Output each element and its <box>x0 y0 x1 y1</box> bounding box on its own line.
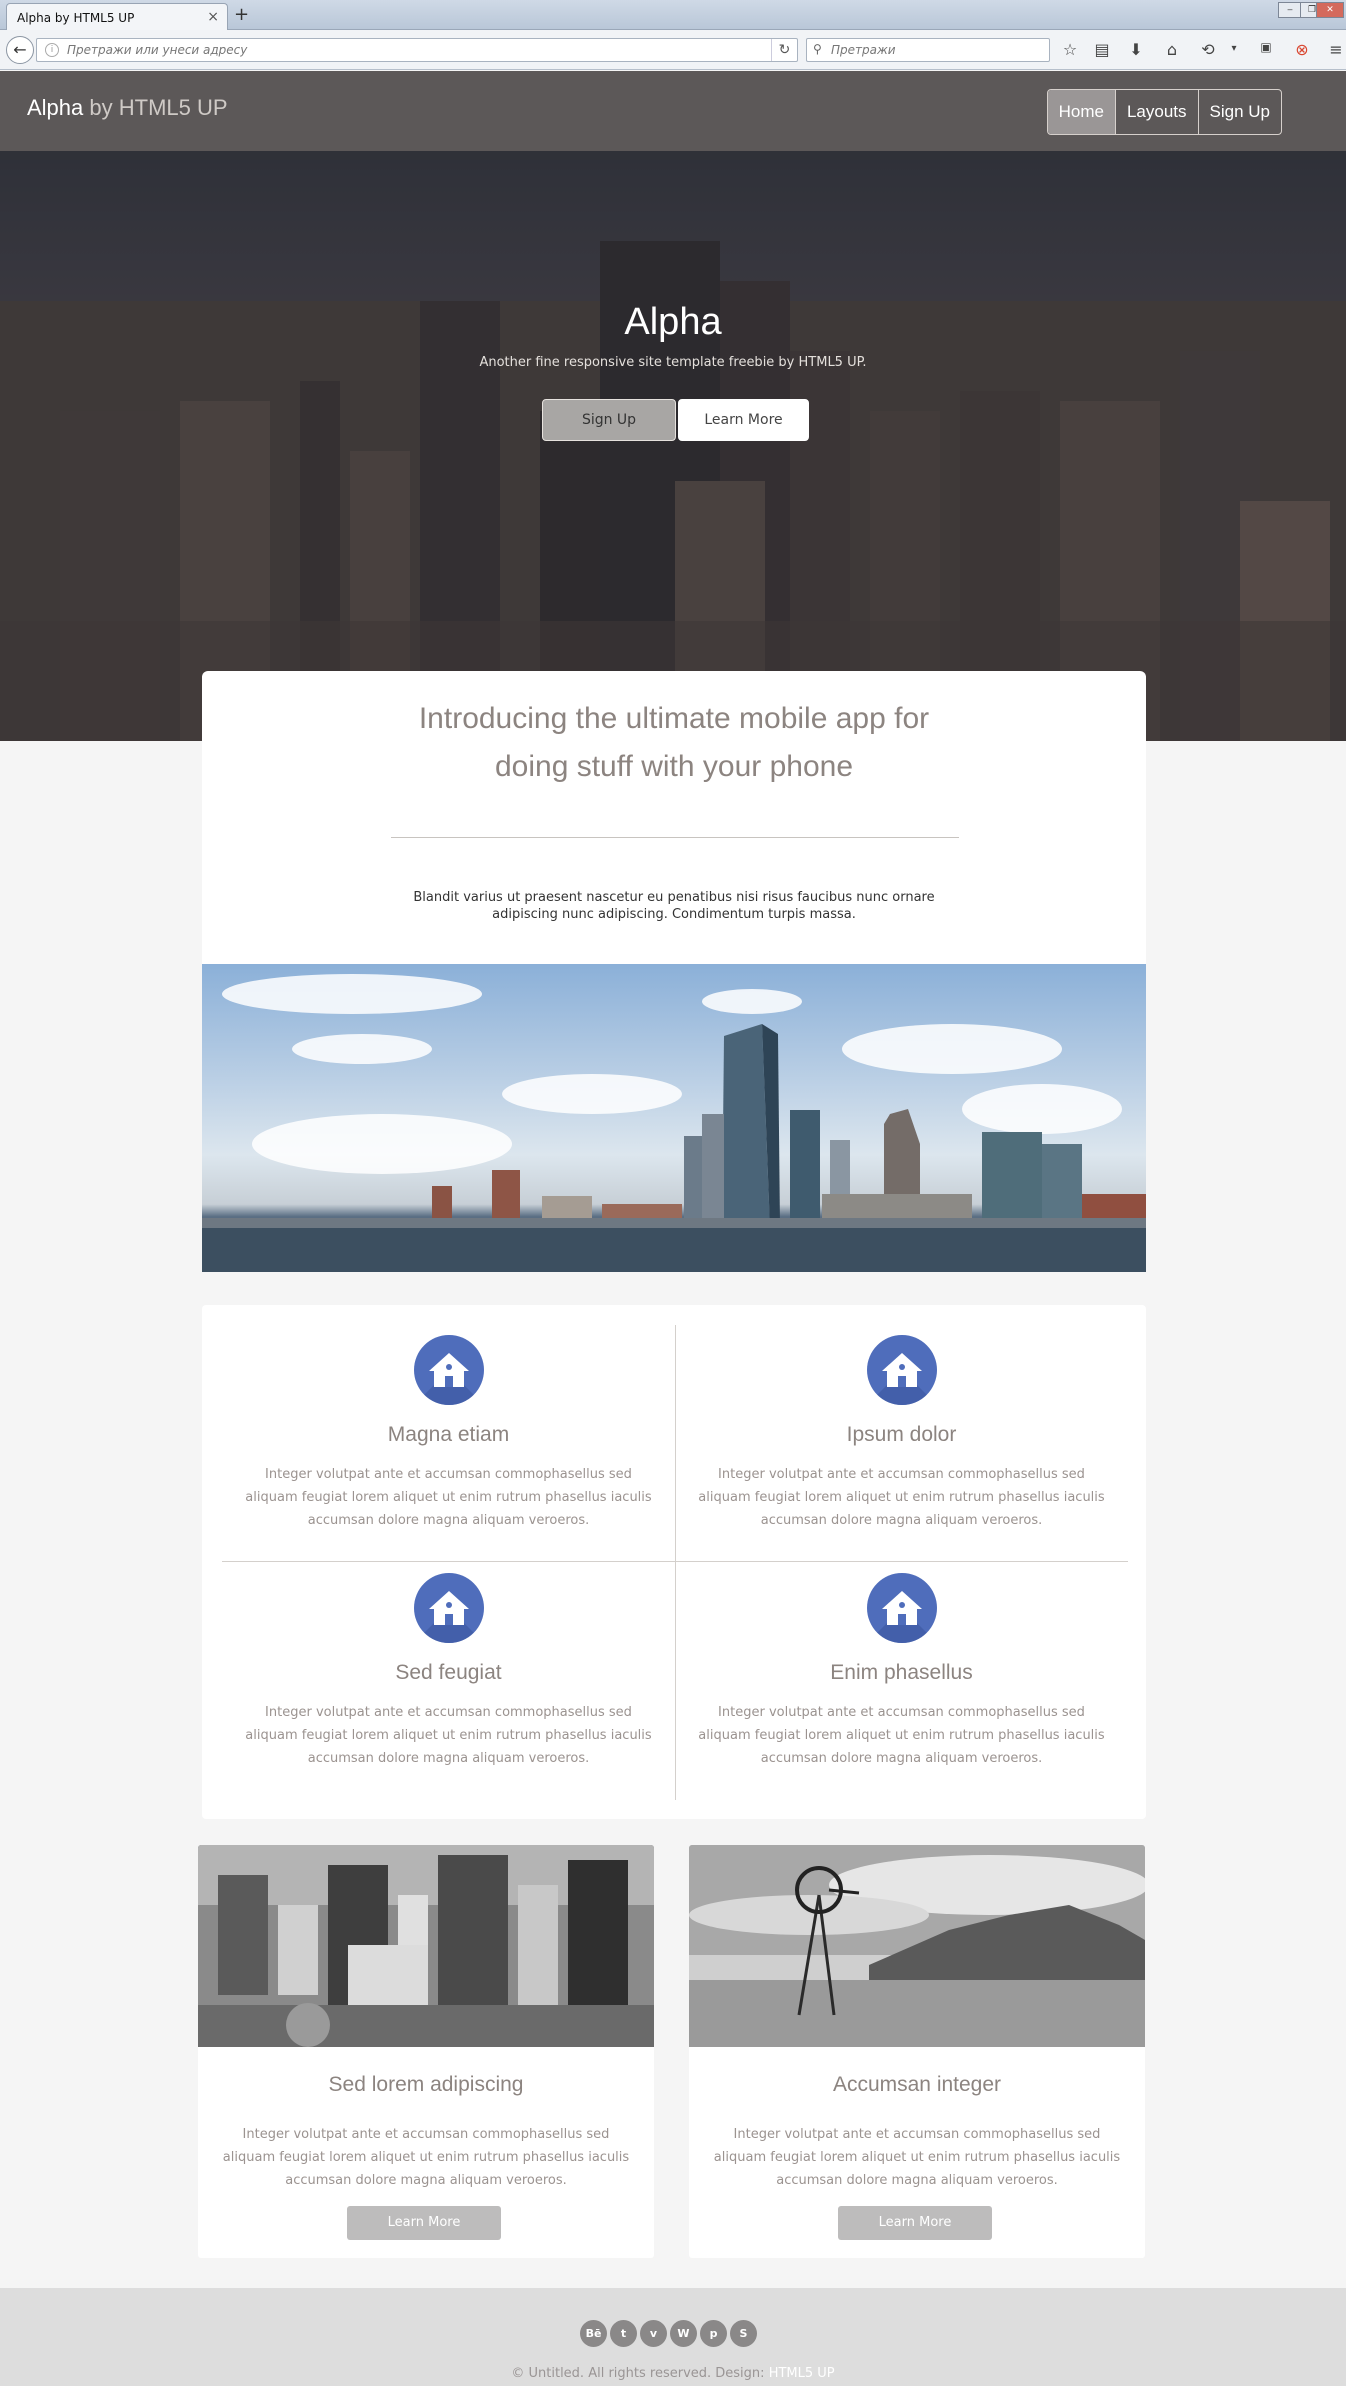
site-header: Alpha by HTML5 UP Home Layouts Sign Up <box>0 71 1346 151</box>
home-icon[interactable]: ⌂ <box>1162 40 1182 59</box>
minimize-icon[interactable]: ‒ <box>1278 2 1302 18</box>
feature-text: Integer volutpat ante et accumsan commop… <box>245 1467 652 1528</box>
box-text: Integer volutpat ante et accumsan commop… <box>222 2127 630 2188</box>
search-icon: ⚲ <box>813 42 822 56</box>
feature-item: Magna etiam Integer volutpat ante et acc… <box>222 1335 675 1532</box>
feature-text: Integer volutpat ante et accumsan commop… <box>698 1705 1105 1766</box>
hero-title: Alpha <box>624 301 722 343</box>
feature-text: Integer volutpat ante et accumsan commop… <box>245 1705 652 1766</box>
search-bar[interactable]: ⚲ Претражи <box>806 38 1050 62</box>
sync-icon[interactable]: ⟲ <box>1198 40 1218 59</box>
city-aerial-image <box>198 1845 654 2047</box>
browser-toolbar: ← i Претражи или унеси адресу ↻ ⚲ Претра… <box>0 30 1346 70</box>
vimeo-icon[interactable]: v <box>640 2320 667 2347</box>
nav-home[interactable]: Home <box>1047 90 1115 134</box>
home-icon <box>866 1573 937 1643</box>
hero-overlay <box>0 151 1346 741</box>
home-icon <box>866 1335 937 1405</box>
url-placeholder: Претражи или унеси адресу <box>67 43 248 57</box>
box-text: Integer volutpat ante et accumsan commop… <box>713 2127 1121 2188</box>
feature-item: Sed feugiat Integer volutpat ante et acc… <box>222 1573 675 1770</box>
close-tab-icon[interactable]: × <box>207 9 219 25</box>
logo-sub: by HTML5 UP <box>89 95 228 120</box>
nav-layouts[interactable]: Layouts <box>1114 90 1198 134</box>
skype-icon[interactable]: S <box>730 2320 757 2347</box>
tumblr-icon[interactable]: t <box>610 2320 637 2347</box>
hero-learn-more-button[interactable]: Learn More <box>678 399 809 441</box>
hero-signup-button[interactable]: Sign Up <box>542 399 676 441</box>
url-bar[interactable]: i Претражи или унеси адресу ↻ <box>36 38 798 62</box>
features-section: Magna etiam Integer volutpat ante et acc… <box>202 1305 1146 1819</box>
pinterest-icon[interactable]: p <box>700 2320 727 2347</box>
logo-main: Alpha <box>27 95 84 120</box>
box-learn-more-button[interactable]: Learn More <box>347 2206 501 2240</box>
youtube-icon[interactable]: ▣ <box>1256 40 1276 54</box>
intro-title-line1: Introducing the ultimate mobile app for <box>418 702 930 735</box>
menu-icon[interactable]: ≡ <box>1326 40 1346 59</box>
intro-text-line1: Blandit varius ut praesent nascetur eu p… <box>413 890 935 905</box>
feature-title: Magna etiam <box>387 1423 510 1446</box>
window-close-icon[interactable]: ✕ <box>1316 2 1344 18</box>
browser-tab-strip: Alpha by HTML5 UP × + ‒ ❐ ✕ <box>0 0 1346 30</box>
back-arrow-icon[interactable]: ← <box>6 36 34 64</box>
box-title: Sed lorem adipiscing <box>328 2073 524 2096</box>
main-nav: Home Layouts Sign Up <box>1046 89 1282 135</box>
info-icon[interactable]: i <box>45 43 59 57</box>
reload-icon[interactable]: ↻ <box>771 39 797 61</box>
site-logo[interactable]: Alpha by HTML5 UP <box>27 95 228 121</box>
browser-tab[interactable]: Alpha by HTML5 UP × <box>6 3 228 30</box>
bookmark-star-icon[interactable]: ☆ <box>1060 40 1080 59</box>
behance-icon[interactable]: Bē <box>580 2320 607 2347</box>
new-tab-button[interactable]: + <box>234 4 249 25</box>
content-box: Sed lorem adipiscing Integer volutpat an… <box>198 1845 654 2258</box>
intro-title: Introducing the ultimate mobile app for … <box>202 695 1146 791</box>
lifebuoy-icon[interactable]: ⊗ <box>1292 40 1312 59</box>
feature-item: Enim phasellus Integer volutpat ante et … <box>675 1573 1128 1770</box>
search-placeholder: Претражи <box>831 43 896 57</box>
copyright: © Untitled. All rights reserved. Design:… <box>0 2366 1346 2381</box>
intro-text-line2: adipiscing nunc adipiscing. Condimentum … <box>492 907 856 922</box>
features-horizontal-divider <box>222 1561 1128 1562</box>
dropdown-icon[interactable]: ▾ <box>1224 43 1244 54</box>
site-footer: Bē t v W p S © Untitled. All rights rese… <box>0 2288 1346 2386</box>
skyline-image <box>202 964 1146 1272</box>
tab-title: Alpha by HTML5 UP <box>17 11 135 25</box>
hero-subtitle: Another fine responsive site template fr… <box>479 355 867 370</box>
intro-title-line2: doing stuff with your phone <box>494 750 854 783</box>
feature-title: Enim phasellus <box>830 1661 973 1684</box>
intro-divider <box>391 837 959 838</box>
windmill-landscape-image <box>689 1845 1145 2047</box>
intro-section: Introducing the ultimate mobile app for … <box>202 671 1146 964</box>
feature-text: Integer volutpat ante et accumsan commop… <box>698 1467 1105 1528</box>
feature-title: Ipsum dolor <box>846 1423 957 1446</box>
box-title: Accumsan integer <box>832 2073 1002 2096</box>
home-icon <box>413 1335 484 1405</box>
box-learn-more-button[interactable]: Learn More <box>838 2206 992 2240</box>
copyright-text: © Untitled. All rights reserved. Design: <box>511 2366 765 2381</box>
footer-design-link[interactable]: HTML5 UP <box>769 2366 835 2381</box>
wordpress-icon[interactable]: W <box>670 2320 697 2347</box>
hero-banner: Alpha Another fine responsive site templ… <box>0 151 1346 741</box>
content-box: Accumsan integer Integer volutpat ante e… <box>689 1845 1145 2258</box>
home-icon <box>413 1573 484 1643</box>
intro-text: Blandit varius ut praesent nascetur eu p… <box>202 889 1146 923</box>
social-links: Bē t v W p S <box>580 2320 757 2347</box>
nav-signup[interactable]: Sign Up <box>1197 90 1281 134</box>
feature-item: Ipsum dolor Integer volutpat ante et acc… <box>675 1335 1128 1532</box>
feature-title: Sed feugiat <box>395 1661 502 1684</box>
reading-list-icon[interactable]: ▤ <box>1092 40 1112 59</box>
download-icon[interactable]: ⬇ <box>1126 40 1146 59</box>
